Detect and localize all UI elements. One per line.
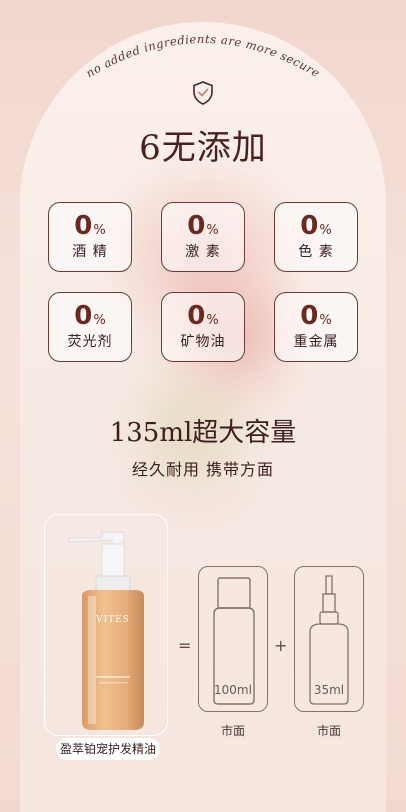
feature-card: 0% 色 素 [274,202,358,272]
feature-value: 0 [300,211,319,241]
feature-card: 0% 荧光剂 [48,292,132,362]
svg-text:no added ingredients are more: no added ingredients are more secure [83,32,322,80]
feature-name: 激 素 [185,244,221,260]
feature-card: 0% 酒 精 [48,202,132,272]
feature-card: 0% 矿物油 [161,292,245,362]
shield-check-icon [193,81,213,105]
feature-name: 色 素 [298,244,334,260]
feature-name: 荧光剂 [67,334,113,350]
feature-percent: 0% [162,211,244,241]
feature-value: 0 [74,301,93,331]
product-label: 盈萃铂宠护发精油 [56,738,160,760]
plus-sign: + [274,636,288,655]
page-title: 6无添加 [139,128,267,168]
product-brand: VITES [95,615,130,625]
feature-name: 酒 精 [72,244,108,260]
feature-card: 0% 重金属 [274,292,358,362]
volume-label-100ml: 100ml [214,683,252,697]
feature-name: 矿物油 [180,334,226,350]
feature-unit: % [206,313,219,328]
equals-sign: = [178,636,192,655]
feature-unit: % [93,223,106,238]
feature-percent: 0% [49,211,131,241]
feature-percent: 0% [49,301,131,331]
volume-label-35ml: 35ml [313,683,345,697]
feature-percent: 0% [275,301,357,331]
feature-value: 0 [300,301,319,331]
feature-value: 0 [187,211,206,241]
feature-card: 0% 激 素 [161,202,245,272]
product-bottle-image: VITES [67,531,144,730]
feature-value: 0 [187,301,206,331]
capacity-subtitle: 经久耐用 携带方面 [131,460,275,479]
market-label: 市面 [220,724,245,738]
feature-name: 重金属 [293,334,339,350]
feature-percent: 0% [162,301,244,331]
arc-slogan-text: no added ingredients are more secure [83,32,322,80]
feature-unit: % [206,223,219,238]
feature-percent: 0% [275,211,357,241]
capacity-title: 135ml超大容量 [109,418,297,448]
market-label: 市面 [316,724,341,738]
feature-value: 0 [74,211,93,241]
feature-unit: % [319,223,332,238]
feature-unit: % [93,313,106,328]
feature-unit: % [319,313,332,328]
